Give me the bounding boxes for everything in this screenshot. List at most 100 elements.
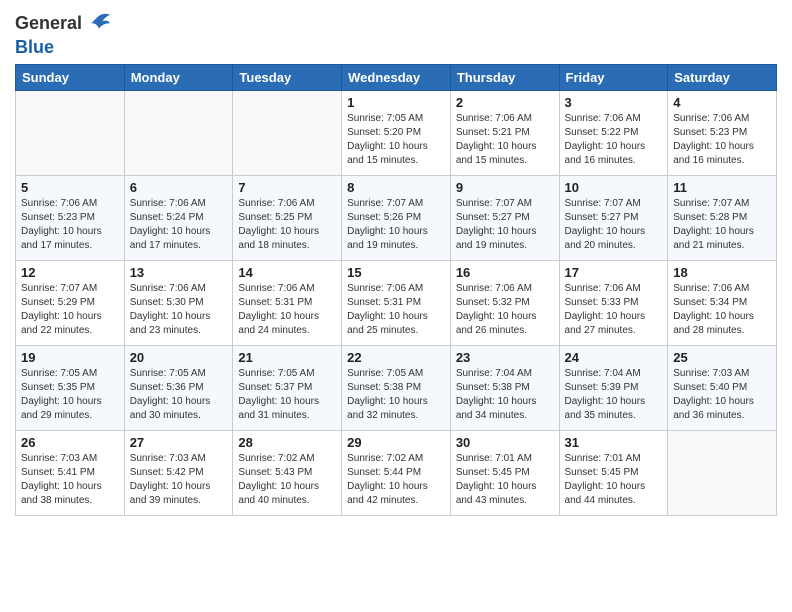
weekday-header-saturday: Saturday bbox=[668, 64, 777, 90]
day-info: Sunrise: 7:06 AM Sunset: 5:31 PM Dayligh… bbox=[347, 282, 445, 338]
calendar-cell: 22 Sunrise: 7:05 AM Sunset: 5:38 PM Dayli… bbox=[342, 345, 451, 430]
day-number: 14 bbox=[238, 265, 336, 280]
calendar-cell bbox=[124, 90, 233, 175]
day-info: Sunrise: 7:02 AM Sunset: 5:44 PM Dayligh… bbox=[347, 452, 445, 508]
day-number: 13 bbox=[130, 265, 228, 280]
day-info: Sunrise: 7:07 AM Sunset: 5:26 PM Dayligh… bbox=[347, 197, 445, 253]
calendar-week-row: 5 Sunrise: 7:06 AM Sunset: 5:23 PM Daylig… bbox=[16, 175, 777, 260]
calendar-cell: 13 Sunrise: 7:06 AM Sunset: 5:30 PM Dayli… bbox=[124, 260, 233, 345]
day-info: Sunrise: 7:02 AM Sunset: 5:43 PM Dayligh… bbox=[238, 452, 336, 508]
calendar-cell: 28 Sunrise: 7:02 AM Sunset: 5:43 PM Dayli… bbox=[233, 430, 342, 515]
calendar-cell bbox=[233, 90, 342, 175]
calendar-cell: 20 Sunrise: 7:05 AM Sunset: 5:36 PM Dayli… bbox=[124, 345, 233, 430]
calendar-cell bbox=[16, 90, 125, 175]
day-number: 22 bbox=[347, 350, 445, 365]
day-number: 26 bbox=[21, 435, 119, 450]
calendar-cell: 9 Sunrise: 7:07 AM Sunset: 5:27 PM Daylig… bbox=[450, 175, 559, 260]
day-info: Sunrise: 7:03 AM Sunset: 5:41 PM Dayligh… bbox=[21, 452, 119, 508]
calendar-cell: 27 Sunrise: 7:03 AM Sunset: 5:42 PM Dayli… bbox=[124, 430, 233, 515]
day-number: 19 bbox=[21, 350, 119, 365]
calendar-cell: 14 Sunrise: 7:06 AM Sunset: 5:31 PM Dayli… bbox=[233, 260, 342, 345]
day-info: Sunrise: 7:06 AM Sunset: 5:21 PM Dayligh… bbox=[456, 112, 554, 168]
day-number: 16 bbox=[456, 265, 554, 280]
logo-blue: Blue bbox=[15, 38, 112, 58]
day-info: Sunrise: 7:05 AM Sunset: 5:38 PM Dayligh… bbox=[347, 367, 445, 423]
calendar-cell: 1 Sunrise: 7:05 AM Sunset: 5:20 PM Daylig… bbox=[342, 90, 451, 175]
weekday-header-monday: Monday bbox=[124, 64, 233, 90]
calendar-cell: 16 Sunrise: 7:06 AM Sunset: 5:32 PM Dayli… bbox=[450, 260, 559, 345]
calendar-cell: 17 Sunrise: 7:06 AM Sunset: 5:33 PM Dayli… bbox=[559, 260, 668, 345]
weekday-header-thursday: Thursday bbox=[450, 64, 559, 90]
day-number: 18 bbox=[673, 265, 771, 280]
day-number: 24 bbox=[565, 350, 663, 365]
day-number: 11 bbox=[673, 180, 771, 195]
day-number: 25 bbox=[673, 350, 771, 365]
calendar-cell: 26 Sunrise: 7:03 AM Sunset: 5:41 PM Dayli… bbox=[16, 430, 125, 515]
day-info: Sunrise: 7:06 AM Sunset: 5:23 PM Dayligh… bbox=[673, 112, 771, 168]
weekday-header-sunday: Sunday bbox=[16, 64, 125, 90]
day-number: 23 bbox=[456, 350, 554, 365]
day-info: Sunrise: 7:05 AM Sunset: 5:36 PM Dayligh… bbox=[130, 367, 228, 423]
calendar-cell bbox=[668, 430, 777, 515]
day-info: Sunrise: 7:06 AM Sunset: 5:22 PM Dayligh… bbox=[565, 112, 663, 168]
calendar-cell: 7Sunrise: 7:06 AM Sunset: 5:25 PM Daylig… bbox=[233, 175, 342, 260]
calendar-cell: 12 Sunrise: 7:07 AM Sunset: 5:29 PM Dayli… bbox=[16, 260, 125, 345]
calendar-cell: 2 Sunrise: 7:06 AM Sunset: 5:21 PM Daylig… bbox=[450, 90, 559, 175]
day-number: 12 bbox=[21, 265, 119, 280]
day-number: 6 bbox=[130, 180, 228, 195]
day-info: Sunrise: 7:07 AM Sunset: 5:29 PM Dayligh… bbox=[21, 282, 119, 338]
calendar-cell: 8 Sunrise: 7:07 AM Sunset: 5:26 PM Daylig… bbox=[342, 175, 451, 260]
day-info: Sunrise: 7:06 AM Sunset: 5:23 PM Dayligh… bbox=[21, 197, 119, 253]
calendar-week-row: 1 Sunrise: 7:05 AM Sunset: 5:20 PM Daylig… bbox=[16, 90, 777, 175]
calendar-cell: 15 Sunrise: 7:06 AM Sunset: 5:31 PM Dayli… bbox=[342, 260, 451, 345]
day-info: Sunrise: 7:07 AM Sunset: 5:28 PM Dayligh… bbox=[673, 197, 771, 253]
day-number: 9 bbox=[456, 180, 554, 195]
calendar-cell: 29 Sunrise: 7:02 AM Sunset: 5:44 PM Dayli… bbox=[342, 430, 451, 515]
day-info: Sunrise: 7:04 AM Sunset: 5:39 PM Dayligh… bbox=[565, 367, 663, 423]
day-number: 1 bbox=[347, 95, 445, 110]
calendar-cell: 23Sunrise: 7:04 AM Sunset: 5:38 PM Dayli… bbox=[450, 345, 559, 430]
day-number: 7 bbox=[238, 180, 336, 195]
day-info: Sunrise: 7:06 AM Sunset: 5:31 PM Dayligh… bbox=[238, 282, 336, 338]
day-info: Sunrise: 7:06 AM Sunset: 5:34 PM Dayligh… bbox=[673, 282, 771, 338]
calendar-week-row: 12 Sunrise: 7:07 AM Sunset: 5:29 PM Dayli… bbox=[16, 260, 777, 345]
day-info: Sunrise: 7:06 AM Sunset: 5:30 PM Dayligh… bbox=[130, 282, 228, 338]
day-number: 10 bbox=[565, 180, 663, 195]
weekday-header-wednesday: Wednesday bbox=[342, 64, 451, 90]
calendar-cell: 18 Sunrise: 7:06 AM Sunset: 5:34 PM Dayli… bbox=[668, 260, 777, 345]
calendar-cell: 19 Sunrise: 7:05 AM Sunset: 5:35 PM Dayli… bbox=[16, 345, 125, 430]
day-info: Sunrise: 7:06 AM Sunset: 5:32 PM Dayligh… bbox=[456, 282, 554, 338]
day-info: Sunrise: 7:01 AM Sunset: 5:45 PM Dayligh… bbox=[456, 452, 554, 508]
calendar-cell: 10Sunrise: 7:07 AM Sunset: 5:27 PM Dayli… bbox=[559, 175, 668, 260]
logo-general: General bbox=[15, 14, 82, 34]
day-number: 5 bbox=[21, 180, 119, 195]
page-container: General Blue SundayMondayTuesdayWednesda… bbox=[0, 0, 792, 526]
day-info: Sunrise: 7:03 AM Sunset: 5:42 PM Dayligh… bbox=[130, 452, 228, 508]
weekday-header-tuesday: Tuesday bbox=[233, 64, 342, 90]
day-number: 29 bbox=[347, 435, 445, 450]
day-number: 17 bbox=[565, 265, 663, 280]
day-info: Sunrise: 7:01 AM Sunset: 5:45 PM Dayligh… bbox=[565, 452, 663, 508]
day-number: 27 bbox=[130, 435, 228, 450]
day-info: Sunrise: 7:07 AM Sunset: 5:27 PM Dayligh… bbox=[456, 197, 554, 253]
day-number: 3 bbox=[565, 95, 663, 110]
calendar-cell: 21Sunrise: 7:05 AM Sunset: 5:37 PM Dayli… bbox=[233, 345, 342, 430]
day-info: Sunrise: 7:05 AM Sunset: 5:37 PM Dayligh… bbox=[238, 367, 336, 423]
calendar-cell: 5 Sunrise: 7:06 AM Sunset: 5:23 PM Daylig… bbox=[16, 175, 125, 260]
day-number: 8 bbox=[347, 180, 445, 195]
day-number: 28 bbox=[238, 435, 336, 450]
calendar-cell: 3 Sunrise: 7:06 AM Sunset: 5:22 PM Daylig… bbox=[559, 90, 668, 175]
day-number: 2 bbox=[456, 95, 554, 110]
calendar-cell: 25Sunrise: 7:03 AM Sunset: 5:40 PM Dayli… bbox=[668, 345, 777, 430]
calendar-cell: 11 Sunrise: 7:07 AM Sunset: 5:28 PM Dayli… bbox=[668, 175, 777, 260]
calendar-cell: 30Sunrise: 7:01 AM Sunset: 5:45 PM Dayli… bbox=[450, 430, 559, 515]
header: General Blue bbox=[15, 10, 777, 58]
day-number: 31 bbox=[565, 435, 663, 450]
calendar-cell: 31 Sunrise: 7:01 AM Sunset: 5:45 PM Dayli… bbox=[559, 430, 668, 515]
weekday-header-row: SundayMondayTuesdayWednesdayThursdayFrid… bbox=[16, 64, 777, 90]
day-number: 15 bbox=[347, 265, 445, 280]
day-info: Sunrise: 7:05 AM Sunset: 5:35 PM Dayligh… bbox=[21, 367, 119, 423]
day-info: Sunrise: 7:05 AM Sunset: 5:20 PM Dayligh… bbox=[347, 112, 445, 168]
day-info: Sunrise: 7:06 AM Sunset: 5:33 PM Dayligh… bbox=[565, 282, 663, 338]
day-number: 20 bbox=[130, 350, 228, 365]
